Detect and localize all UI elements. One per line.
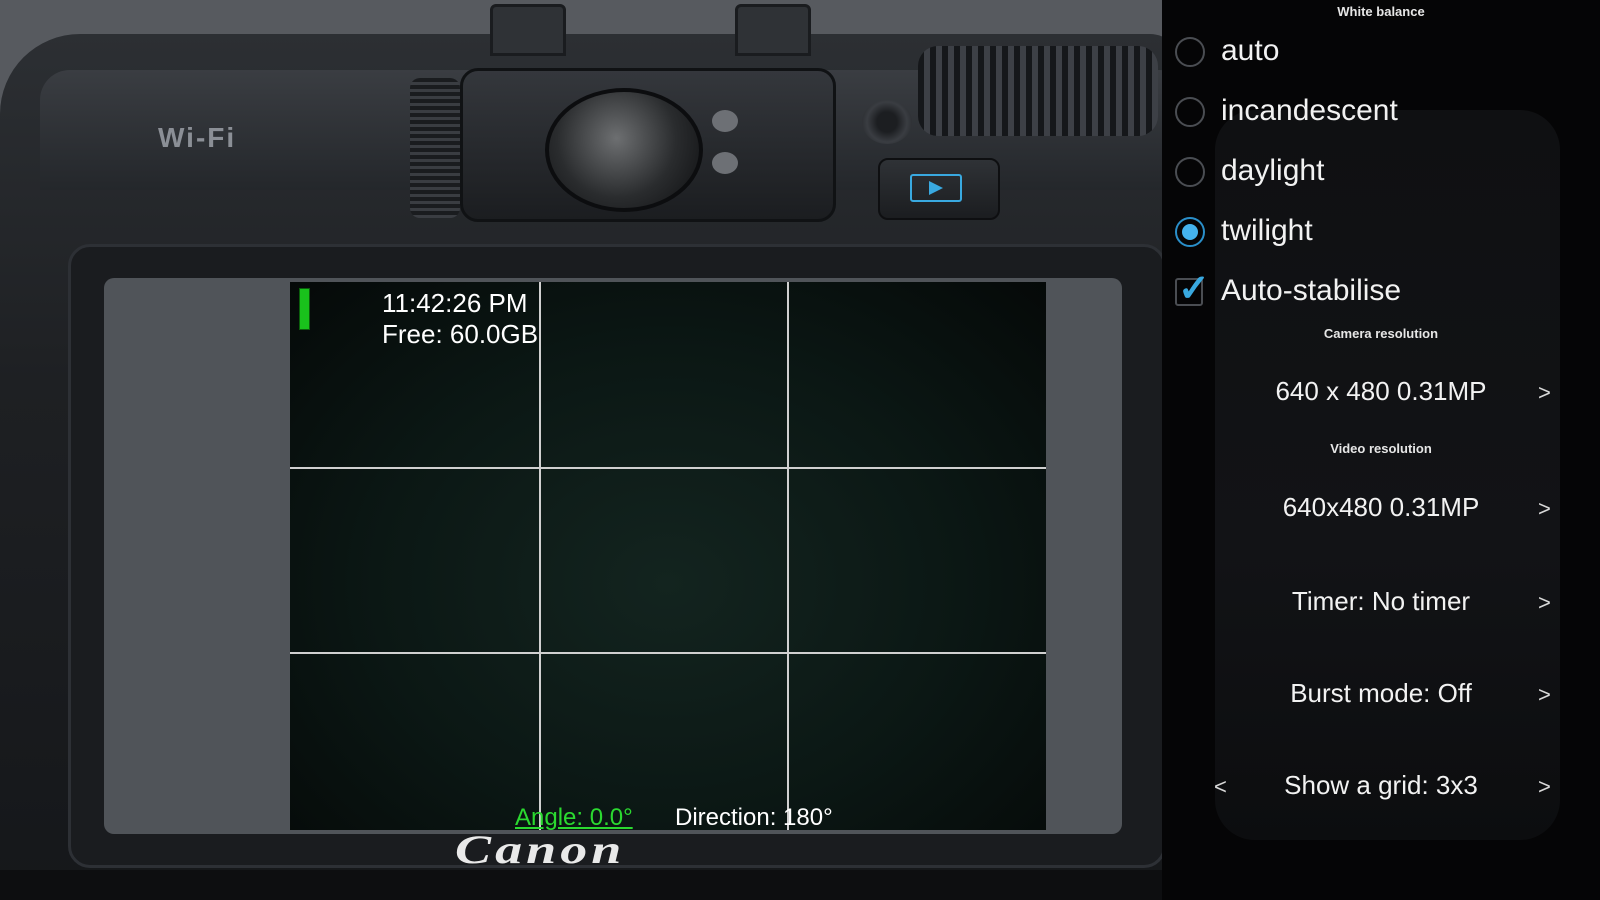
mode-dial [918, 46, 1158, 136]
bottom-strip [0, 870, 1180, 900]
white-balance-title: White balance [1337, 4, 1425, 19]
playback-button[interactable] [878, 158, 1000, 220]
angle-readout: Angle: 0.0° [515, 804, 633, 830]
checkbox-checked-icon[interactable]: ✓ [1175, 268, 1210, 310]
viewfinder-diopter [410, 78, 460, 218]
camera-resolution-row[interactable]: 640 x 480 0.31MP > [1162, 370, 1600, 414]
wb-option-label: daylight [1221, 154, 1325, 187]
burst-mode-value: Burst mode: Off [1290, 678, 1472, 708]
auto-stabilise-label: Auto-stabilise [1221, 274, 1402, 307]
grid-line-vertical [539, 282, 541, 830]
chevron-right-icon[interactable]: > [1538, 682, 1551, 708]
video-resolution-title: Video resolution [1330, 441, 1432, 456]
chevron-right-icon[interactable]: > [1538, 496, 1551, 522]
camera-resolution-value: 640 x 480 0.31MP [1275, 376, 1487, 406]
sensor-dot [712, 152, 738, 174]
wb-option-incandescent[interactable]: incandescent [1175, 90, 1575, 140]
hotshoe-right [735, 4, 811, 56]
play-icon [910, 174, 962, 202]
wb-option-twilight[interactable]: twilight [1175, 210, 1575, 260]
grid-setting-row[interactable]: < Show a grid: 3x3 > [1162, 764, 1600, 808]
wb-option-label: auto [1221, 34, 1280, 67]
canon-logo: Canon [455, 827, 626, 872]
video-resolution-row[interactable]: 640x480 0.31MP > [1162, 486, 1600, 530]
hotshoe-left [490, 4, 566, 56]
radio-unselected-icon[interactable] [1175, 157, 1205, 187]
grid-line-horizontal [290, 652, 1046, 654]
wifi-label: Wi-Fi [158, 122, 237, 153]
radio-selected-icon[interactable] [1175, 217, 1205, 247]
camera-resolution-title: Camera resolution [1323, 326, 1439, 341]
direction-readout: Direction: 180° [675, 804, 833, 830]
chevron-right-icon[interactable]: > [1538, 590, 1551, 616]
free-space-readout: Free: 60.0GB [382, 319, 539, 349]
wb-option-label: twilight [1221, 214, 1313, 247]
wb-option-daylight[interactable]: daylight [1175, 150, 1575, 200]
radio-unselected-icon[interactable] [1175, 37, 1205, 67]
timer-row[interactable]: Timer: No timer > [1162, 580, 1600, 624]
screw [862, 100, 912, 144]
video-resolution-value: 640x480 0.31MP [1282, 492, 1480, 522]
level-indicator [299, 288, 310, 330]
timer-value: Timer: No timer [1291, 586, 1471, 616]
chevron-right-icon[interactable]: > [1538, 380, 1551, 406]
grid-line-horizontal [290, 467, 1046, 469]
burst-mode-row[interactable]: Burst mode: Off > [1162, 672, 1600, 716]
viewfinder-lens [545, 88, 703, 212]
auto-stabilise-toggle[interactable]: ✓ Auto-stabilise [1175, 268, 1575, 320]
wb-option-label: incandescent [1221, 94, 1398, 127]
checkmark-icon: ✓ [1178, 268, 1210, 310]
wb-option-auto[interactable]: auto [1175, 30, 1575, 80]
chevron-right-icon[interactable]: > [1538, 774, 1551, 800]
sensor-dot [712, 110, 738, 132]
camera-preview[interactable]: 11:42:26 PM Free: 60.0GB Angle: 0.0° Dir… [290, 282, 1046, 830]
grid-setting-value: Show a grid: 3x3 [1284, 770, 1478, 800]
clock-readout: 11:42:26 PM [382, 288, 528, 318]
grid-line-vertical [787, 282, 789, 830]
radio-unselected-icon[interactable] [1175, 97, 1205, 127]
